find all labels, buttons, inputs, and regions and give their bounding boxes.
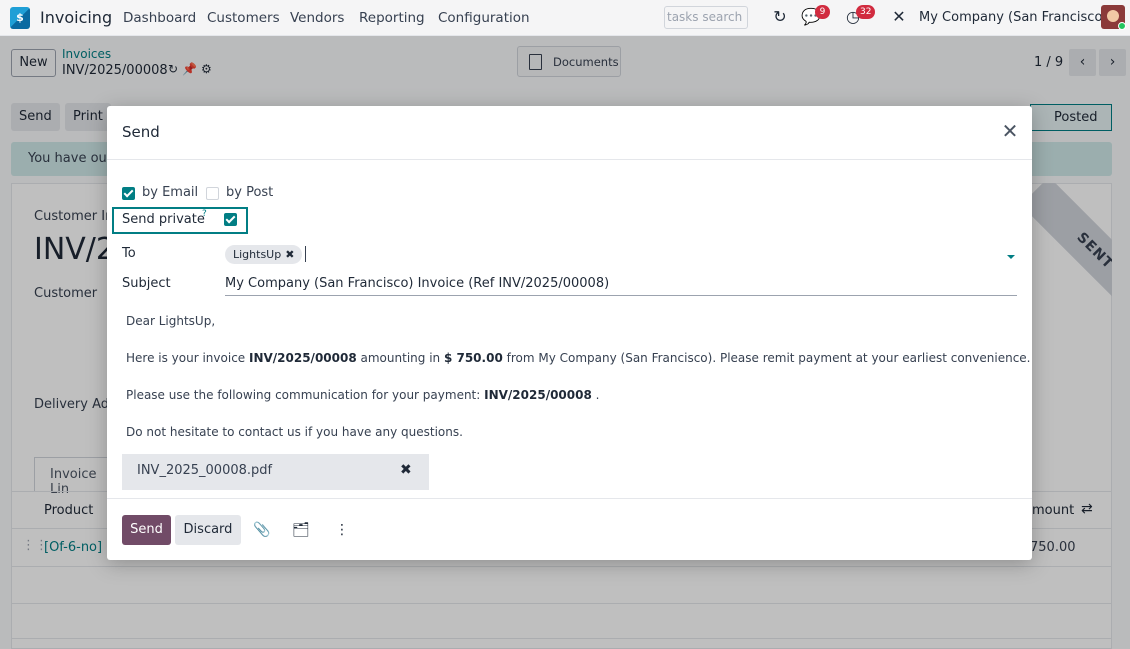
send-private-label: Send private <box>122 212 205 227</box>
company-switcher[interactable]: My Company (San Francisco) <box>919 10 1107 25</box>
subject-input[interactable]: My Company (San Francisco) Invoice (Ref … <box>225 276 1017 296</box>
templates-icon[interactable]: 🗂 <box>292 521 310 539</box>
top-navbar: $ Invoicing Dashboard Customers Vendors … <box>0 0 1130 36</box>
menu-configuration[interactable]: Configuration <box>438 10 530 26</box>
body-greeting[interactable]: Dear LightsUp, <box>126 314 215 328</box>
body-invoice-number: INV/2025/00008 <box>248 351 357 365</box>
help-tooltip-icon[interactable]: ? <box>202 209 207 219</box>
menu-reporting[interactable]: Reporting <box>359 10 425 26</box>
activities-count-badge: 32 <box>856 5 876 19</box>
to-label: To <box>122 246 136 261</box>
attachment-name[interactable]: INV_2025_00008.pdf <box>137 463 272 478</box>
menu-customers[interactable]: Customers <box>207 10 280 26</box>
body-amount: $ 750.00 <box>443 351 503 365</box>
send-button[interactable]: Send <box>122 515 171 545</box>
more-options-icon[interactable]: ⋮ <box>333 521 351 539</box>
body-text: . <box>591 388 600 402</box>
paperclip-icon[interactable]: 📎 <box>253 521 271 539</box>
remove-tag-icon[interactable]: ✖ <box>285 248 294 261</box>
by-email-checkbox[interactable] <box>122 187 135 200</box>
tasks-search-input[interactable]: tasks search <box>664 6 748 29</box>
refresh-icon[interactable]: ↻ <box>770 7 790 27</box>
dialog-footer: Send Discard 📎 🗂 ⋮ <box>107 498 1032 560</box>
recipients-dropdown-icon[interactable] <box>1007 255 1015 259</box>
messages-count-badge: 9 <box>815 5 830 19</box>
attachment-item[interactable]: INV_2025_00008.pdf ✖ <box>122 454 429 490</box>
body-text: amounting in <box>356 351 444 365</box>
body-paragraph-communication[interactable]: Please use the following communication f… <box>126 388 599 402</box>
close-icon[interactable]: ✕ <box>999 120 1021 142</box>
menu-vendors[interactable]: Vendors <box>290 10 344 26</box>
send-private-checkbox[interactable] <box>224 213 237 226</box>
by-post-checkbox[interactable] <box>206 187 219 200</box>
by-post-label[interactable]: by Post <box>226 185 273 200</box>
menu-dashboard[interactable]: Dashboard <box>123 10 196 26</box>
discard-button[interactable]: Discard <box>175 515 241 545</box>
recipient-tag: LightsUp ✖ <box>225 245 303 264</box>
body-payment-reference: INV/2025/00008 <box>484 388 592 402</box>
invoicing-app-icon[interactable]: $ <box>10 7 30 29</box>
body-paragraph-invoice[interactable]: Here is your invoice INV/2025/00008 amou… <box>126 351 1031 365</box>
remove-attachment-icon[interactable]: ✖ <box>400 462 412 478</box>
send-dialog: Send ✕ by Email by Post Send private ? T… <box>107 106 1032 560</box>
dialog-title: Send <box>122 123 160 141</box>
body-text: Please use the following communication f… <box>126 388 485 402</box>
tools-icon[interactable]: ✕ <box>889 7 909 27</box>
body-text: Here is your invoice <box>126 351 249 365</box>
recipient-tag-label: LightsUp <box>233 248 282 261</box>
app-name[interactable]: Invoicing <box>40 8 112 27</box>
body-paragraph-closing[interactable]: Do not hesitate to contact us if you hav… <box>126 425 463 439</box>
subject-label: Subject <box>122 276 171 291</box>
dialog-header: Send ✕ <box>107 106 1032 160</box>
recipients-input[interactable] <box>305 246 306 262</box>
by-email-label[interactable]: by Email <box>142 185 198 200</box>
online-status-dot <box>1118 22 1126 30</box>
body-text: from My Company (San Francisco). Please … <box>502 351 1031 365</box>
